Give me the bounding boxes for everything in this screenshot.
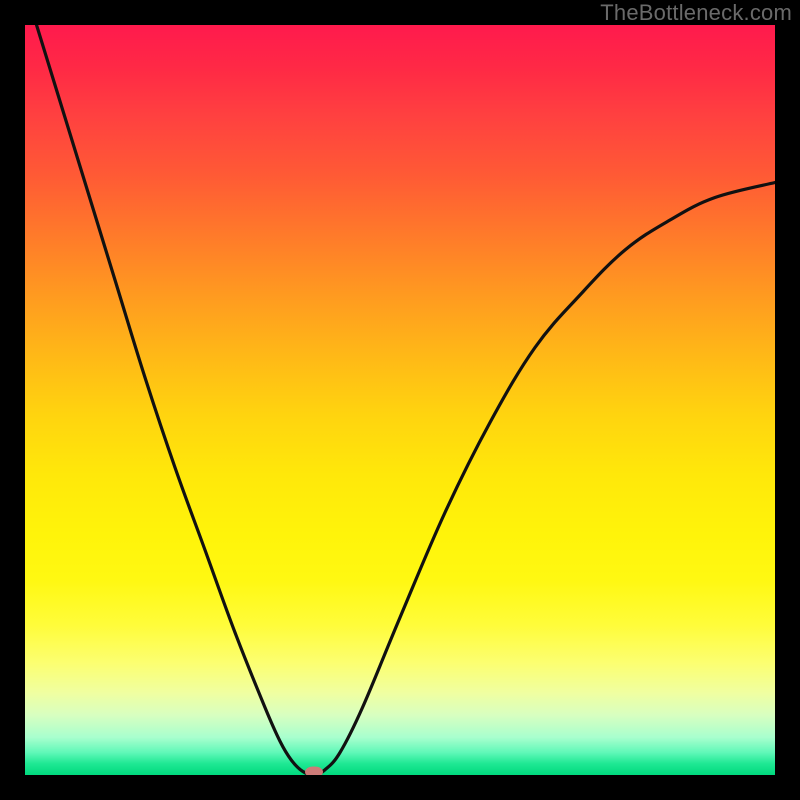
curve-svg [25, 25, 775, 775]
optimum-marker [305, 767, 323, 776]
bottleneck-curve [25, 25, 775, 775]
chart-frame: TheBottleneck.com [0, 0, 800, 800]
plot-area [25, 25, 775, 775]
attribution-text: TheBottleneck.com [600, 0, 792, 26]
